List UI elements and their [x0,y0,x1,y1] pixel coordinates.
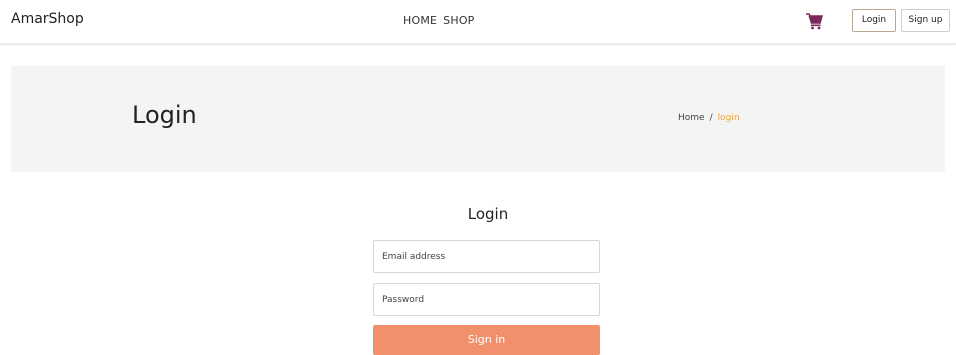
breadcrumb-separator: / [709,113,713,123]
breadcrumb-home-link[interactable]: Home [678,113,705,123]
email-field[interactable] [373,240,600,273]
breadcrumb-current: login [717,113,740,123]
login-form-title: Login [467,205,509,223]
main-nav: HOME SHOP [403,14,481,27]
brand-logo[interactable]: AmarShop [11,11,84,27]
nav-link-shop[interactable]: SHOP [443,14,474,27]
page-title: Login [132,101,197,129]
breadcrumb: Home / login [678,113,740,123]
top-navbar: AmarShop HOME SHOP Login Sign up [0,0,956,45]
nav-link-home[interactable]: HOME [403,14,437,27]
login-button[interactable]: Login [852,9,896,32]
shopping-cart-icon[interactable] [805,12,824,30]
page-header-banner: Login Home / login [11,66,945,172]
password-field[interactable] [373,283,600,316]
signup-button[interactable]: Sign up [901,9,950,32]
